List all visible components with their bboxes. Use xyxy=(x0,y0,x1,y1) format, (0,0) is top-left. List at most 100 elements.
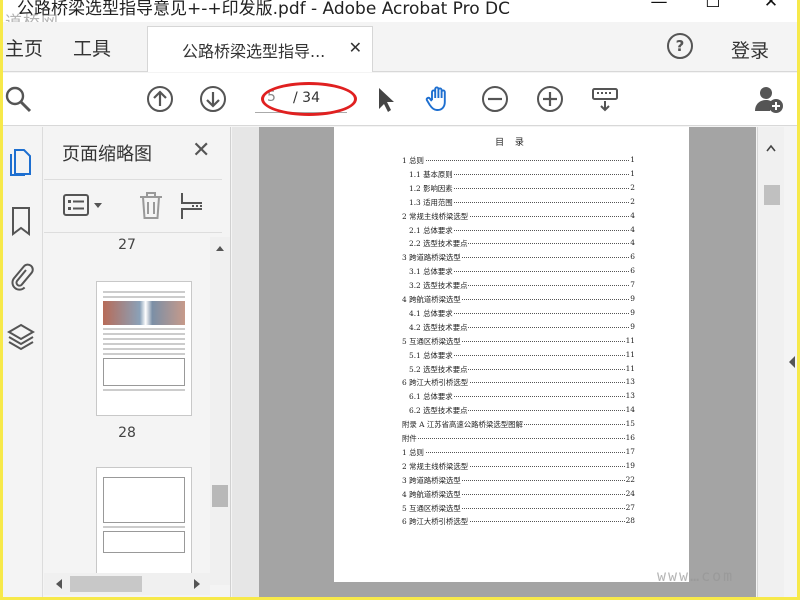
login-button[interactable]: 登录 xyxy=(731,36,769,63)
extract-page-icon[interactable] xyxy=(178,191,208,225)
document-tab-close-button[interactable]: ✕ xyxy=(349,38,362,57)
maximize-button[interactable]: ☐ xyxy=(693,0,733,14)
toc-entry[interactable]: 5 互通区桥梁选型 27 xyxy=(334,502,689,517)
toc-entry-text: 1.3 适用范围 xyxy=(409,196,454,208)
document-scroll-thumb[interactable] xyxy=(764,185,780,205)
toc-entry-title: 总体要求 xyxy=(423,308,453,318)
toc-entry[interactable]: 3.1 总体要求 6 xyxy=(334,266,689,280)
toc-entry-number: 4.2 xyxy=(409,322,421,332)
toc-leader-dots xyxy=(412,438,629,439)
left-navigation-rail xyxy=(3,127,43,597)
toc-entry-text: 4.2 选型技术要点 xyxy=(409,321,469,333)
toc-entry[interactable]: 附件 16 xyxy=(334,433,689,447)
toc-entry[interactable]: 5.2 选型技术要点 11 xyxy=(334,363,689,378)
document-scrollbar[interactable] xyxy=(757,127,784,597)
toc-entry-page: 16 xyxy=(624,433,635,442)
hand-tool-icon[interactable] xyxy=(423,83,455,115)
attachment-icon[interactable] xyxy=(7,261,35,293)
document-view[interactable]: 目 录 1 总则 1 1.1 基本原则 1 1.2 影响因素 2 1.3 适用范围 2 2 常规… xyxy=(232,127,756,597)
toc-entry[interactable]: 2 常规主线桥梁选型 4 xyxy=(334,210,689,225)
layers-icon[interactable] xyxy=(7,321,35,353)
toc-entry[interactable]: 1.3 适用范围 2 xyxy=(334,196,689,211)
zoom-out-icon[interactable] xyxy=(479,83,511,115)
tab-tools[interactable]: 工具 xyxy=(73,34,111,61)
horizontal-scroll-thumb[interactable] xyxy=(70,576,142,592)
toc-entry[interactable]: 6.1 总体要求 13 xyxy=(334,391,689,405)
toc-entry[interactable]: 1 总则 1 xyxy=(334,155,689,169)
thumbnail-page[interactable] xyxy=(96,281,192,416)
toc-entry-title: 跨江大桥引桥选型 xyxy=(409,378,469,388)
toc-entry-number: 2 xyxy=(402,211,407,221)
toc-entry[interactable]: 4 跨航道桥梁选型 24 xyxy=(334,488,689,503)
toc-entry[interactable]: 6 跨江大桥引桥选型 13 xyxy=(334,377,689,391)
thumbnail-page[interactable] xyxy=(96,467,192,575)
toc-entry-number: 6.1 xyxy=(409,392,421,402)
toc-entry[interactable]: 6.2 选型技术要点 14 xyxy=(334,405,689,419)
toc-entry-title: 选型技术要点 xyxy=(423,406,468,416)
toc-entry[interactable]: 4.2 选型技术要点 9 xyxy=(334,321,689,336)
keyboard-scroll-icon[interactable] xyxy=(589,83,621,115)
toc-entry-page: 14 xyxy=(624,405,635,415)
help-button[interactable]: ? xyxy=(667,33,693,59)
toc-entry[interactable]: 4 跨航道桥梁选型 9 xyxy=(334,294,689,308)
thumbnail-options-icon[interactable] xyxy=(62,191,108,225)
toc-entry-text: 6 跨江大桥引桥选型 xyxy=(402,516,470,528)
toc-entry-page: 11 xyxy=(624,349,635,359)
toc-entry-text: 6 跨江大桥引桥选型 xyxy=(402,377,470,389)
toc-entry-text: 2 常规主线桥梁选型 xyxy=(402,210,470,222)
page-gutter-bottom xyxy=(334,582,689,597)
thumbnail-scrollbar[interactable] xyxy=(210,237,230,585)
toc-entry[interactable]: 1.2 影响因素 2 xyxy=(334,182,689,197)
page-down-icon[interactable] xyxy=(197,83,229,115)
toc-entry[interactable]: 2 常规主线桥梁选型 19 xyxy=(334,460,689,475)
tab-document[interactable]: 公路桥梁选型指导... ✕ xyxy=(147,26,373,72)
toc-entry[interactable]: 5.1 总体要求 11 xyxy=(334,349,689,364)
right-panel-toggle[interactable] xyxy=(785,127,797,597)
toc-entry[interactable]: 3 跨道路桥梁选型 22 xyxy=(334,474,689,489)
toc-entry-text: 6.2 选型技术要点 xyxy=(409,405,469,417)
toc-entry[interactable]: 1.1 基本原则 1 xyxy=(334,168,689,183)
tab-home[interactable]: 主页 xyxy=(5,34,43,61)
minimize-button[interactable]: — xyxy=(639,0,679,14)
panel-close-button[interactable]: ✕ xyxy=(192,138,210,163)
toc-entry-text: 5.2 选型技术要点 xyxy=(409,363,469,375)
toc-entry[interactable]: 5 互通区桥梁选型 11 xyxy=(334,335,689,350)
toc-entry-number: 6 xyxy=(402,517,407,527)
delete-page-icon[interactable] xyxy=(138,191,164,225)
thumbnail-horizontal-scrollbar[interactable] xyxy=(44,573,210,595)
toc-entry-page: 11 xyxy=(624,335,635,345)
toc-entry-page: 19 xyxy=(624,460,635,470)
toc-entry-text: 1.2 影响因素 xyxy=(409,182,454,194)
zoom-in-icon[interactable] xyxy=(534,83,566,115)
pdf-page[interactable]: 目 录 1 总则 1 1.1 基本原则 1 1.2 影响因素 2 1.3 适用范围 2 2 常规… xyxy=(334,127,689,582)
scroll-left-arrow-icon[interactable] xyxy=(52,574,66,594)
toc-entry[interactable]: 4.1 总体要求 9 xyxy=(334,307,689,322)
close-window-button[interactable]: ✕ xyxy=(751,0,791,14)
toc-entry-page: 6 xyxy=(629,266,635,276)
toc-entry-number: 1.2 xyxy=(409,183,421,193)
toc-entry[interactable]: 2.2 选型技术要点 4 xyxy=(334,238,689,252)
toc-entry-title: 选型技术要点 xyxy=(423,322,468,332)
toc-entry-title: 跨道路桥梁选型 xyxy=(409,253,461,263)
toc-entry-page: 4 xyxy=(629,224,635,234)
scroll-up-arrow-icon[interactable] xyxy=(758,141,784,155)
toc-entry[interactable]: 3 跨道路桥梁选型 6 xyxy=(334,252,689,266)
toc-entry[interactable]: 附录 A 江苏省高速公路桥梁选型图解 15 xyxy=(334,419,689,433)
toc-entry[interactable]: 3.2 选型技术要点 7 xyxy=(334,280,689,294)
page-thumbnails-icon[interactable] xyxy=(7,147,35,179)
thumbnail-scroll-thumb[interactable] xyxy=(212,485,228,507)
add-user-icon[interactable] xyxy=(753,83,785,115)
toc-entry-page: 2 xyxy=(629,182,635,192)
toc-entry[interactable]: 6 跨江大桥引桥选型 28 xyxy=(334,516,689,530)
toc-entry[interactable]: 1 总则 17 xyxy=(334,446,689,461)
expand-right-pane-icon[interactable] xyxy=(786,354,797,370)
select-cursor-icon[interactable] xyxy=(369,83,401,115)
toc-entry-page: 9 xyxy=(629,321,635,331)
scroll-right-arrow-icon[interactable] xyxy=(190,574,204,594)
scroll-up-arrow-icon[interactable] xyxy=(210,241,230,255)
bookmark-icon[interactable] xyxy=(7,205,35,237)
window-title: 公路桥梁选型指导意见+-+印发版.pdf - Adobe Acrobat Pro… xyxy=(17,0,511,19)
search-icon[interactable] xyxy=(3,83,35,115)
page-up-icon[interactable] xyxy=(144,83,176,115)
toc-entry[interactable]: 2.1 总体要求 4 xyxy=(334,224,689,239)
